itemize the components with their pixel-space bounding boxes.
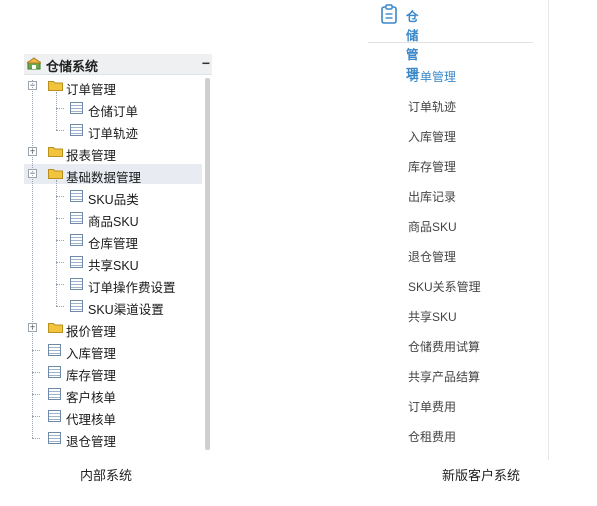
tree-node-label: 订单轨迹 — [88, 127, 139, 141]
tree-node-label: 仓库管理 — [88, 237, 139, 251]
tree-connector — [56, 284, 64, 285]
tree-node-label: 退仓管理 — [66, 435, 117, 449]
tree-connector — [56, 196, 64, 197]
tree-connector — [56, 218, 64, 219]
folder-icon — [48, 321, 63, 333]
folder-icon — [48, 79, 63, 91]
menu-item[interactable]: SKU关系管理 — [408, 278, 481, 295]
menu-item[interactable]: 仓租费用 — [408, 428, 456, 445]
menu-item[interactable]: 入库管理 — [408, 128, 456, 145]
tree-connector — [56, 262, 64, 263]
menu-item[interactable]: 仓储费用试算 — [408, 338, 480, 355]
tree-node-label: SKU渠道设置 — [88, 303, 164, 317]
page-icon — [70, 124, 83, 136]
customer-system-caption: 新版客户系统 — [442, 468, 521, 483]
tree-node-label: SKU品类 — [88, 193, 139, 207]
clipboard-icon — [381, 4, 397, 24]
tree-node-label: 基础数据管理 — [66, 171, 142, 185]
collapse-button[interactable]: − — [202, 55, 210, 71]
page-icon — [48, 432, 61, 444]
tree-node-label: 代理核单 — [66, 413, 117, 427]
page-icon — [70, 300, 83, 312]
page-icon — [70, 234, 83, 246]
page-icon — [70, 278, 83, 290]
tree-connector — [56, 92, 57, 130]
page-icon — [48, 366, 61, 378]
tree-connector — [56, 180, 57, 306]
page-icon — [48, 344, 61, 356]
tree-node-label: 客户核单 — [66, 391, 117, 405]
tree-node[interactable]: + 报表管理 — [24, 142, 202, 163]
page-icon — [70, 212, 83, 224]
menu-item[interactable]: 出库记录 — [408, 188, 456, 205]
tree-node[interactable]: + 报价管理 — [24, 318, 202, 339]
tree-node-label: 订单管理 — [66, 83, 117, 97]
folder-icon — [48, 145, 63, 157]
page-icon — [48, 410, 61, 422]
customer-system-sidebar: 仓储管理 订单管理 订单轨迹 入库管理 库存管理 出库记录 商品SKU 退仓管理 SKU关系管… — [368, 0, 549, 460]
divider — [368, 42, 533, 43]
tree-connector — [32, 80, 33, 438]
tree-scrollbar[interactable] — [205, 78, 210, 450]
menu-item[interactable]: 订单费用 — [408, 398, 456, 415]
menu-item[interactable]: 订单轨迹 — [408, 98, 456, 115]
tree-node-label: 商品SKU — [88, 215, 139, 229]
internal-system-caption: 内部系统 — [80, 468, 133, 483]
tree-node[interactable]: − 基础数据管理 — [24, 164, 202, 185]
tree-node[interactable]: 退仓管理 — [24, 428, 202, 449]
tree-node-label: 报表管理 — [66, 149, 117, 163]
menu-item[interactable]: 订单管理 — [408, 68, 456, 85]
tree-connector — [56, 240, 64, 241]
page-icon — [70, 102, 83, 114]
internal-system-tree: 仓储系统 − − 订单管理 仓储订单 订单轨迹 + 报表管理 − 基础数据管理 SKU品类 商品S… — [24, 54, 212, 452]
tree-node-label: 库存管理 — [66, 369, 117, 383]
tree-node-label: 入库管理 — [66, 347, 117, 361]
tree-node[interactable]: 入库管理 — [24, 340, 202, 361]
tree-node-label: 仓储订单 — [88, 105, 139, 119]
page-icon — [70, 190, 83, 202]
menu-item[interactable]: 商品SKU — [408, 218, 457, 235]
tree-root-title: 仓储系统 — [46, 59, 99, 74]
folder-icon — [48, 167, 63, 179]
tree-node[interactable]: 库存管理 — [24, 362, 202, 383]
tree-node[interactable]: 客户核单 — [24, 384, 202, 405]
tree-connector — [56, 306, 64, 307]
menu-item[interactable]: 共享产品结算 — [408, 368, 480, 385]
menu-item[interactable]: 库存管理 — [408, 158, 456, 175]
page-icon — [48, 388, 61, 400]
page-icon — [70, 256, 83, 268]
tree-node-label: 共享SKU — [88, 259, 139, 273]
tree-connector — [56, 130, 64, 131]
menu-item[interactable]: 退仓管理 — [408, 248, 456, 265]
menu-item[interactable]: 共享SKU — [408, 308, 457, 325]
tree-connector — [56, 108, 64, 109]
tree-node[interactable]: 代理核单 — [24, 406, 202, 427]
tree-node-label: 报价管理 — [66, 325, 117, 339]
tree-root-header[interactable]: 仓储系统 − — [24, 54, 212, 75]
tree-node-label: 订单操作费设置 — [88, 281, 176, 295]
warehouse-icon — [27, 57, 41, 70]
tree-node[interactable]: − 订单管理 — [24, 76, 202, 97]
